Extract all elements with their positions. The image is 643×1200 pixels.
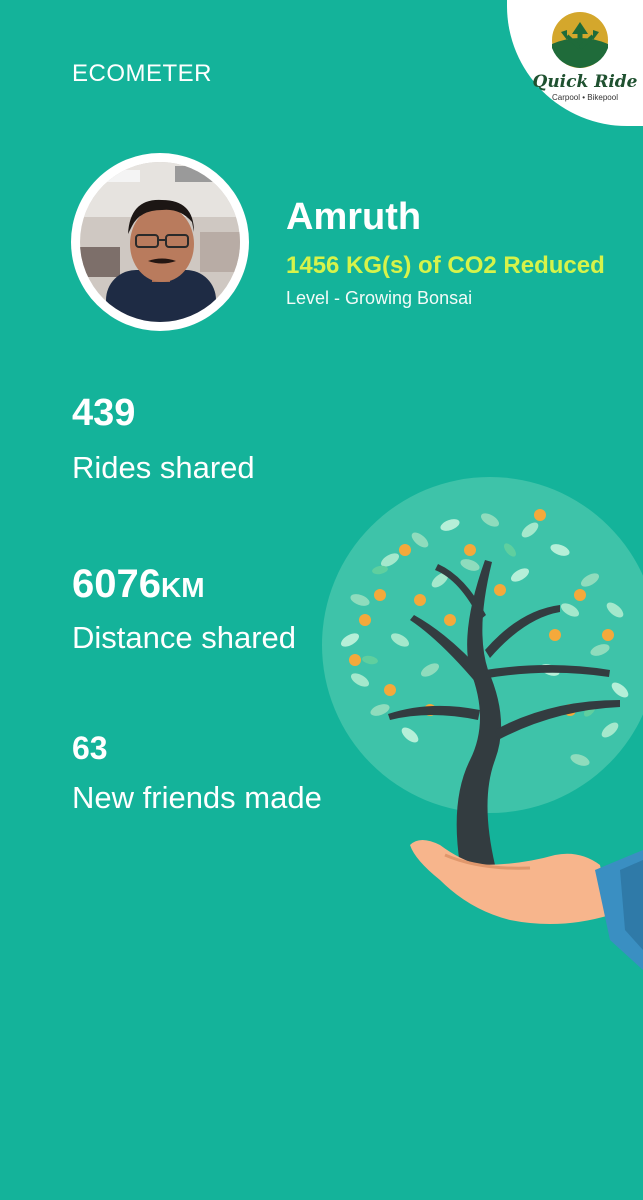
brand-tagline: Carpool • Bikepool: [552, 93, 618, 102]
distance-number: 6076: [72, 562, 161, 606]
tree-in-hand-illustration: [322, 477, 643, 970]
co2-reduced: 1456 KG(s) of CO2 Reduced: [286, 252, 605, 279]
brand-name: Quick Ride: [532, 72, 638, 92]
rides-label: Rides shared: [72, 450, 255, 485]
user-name: Amruth: [286, 196, 422, 238]
logo-icon: [552, 12, 608, 68]
distance-value: 6076KM: [72, 562, 205, 607]
page-title: ECOMETER: [72, 60, 213, 87]
profile-photo: [80, 162, 240, 322]
quick-ride-logo: Quick Ride Carpool • Bikepool: [507, 0, 643, 126]
friends-count: 63: [72, 730, 108, 766]
friends-label: New friends made: [72, 780, 322, 815]
hand: [410, 840, 643, 970]
rides-count: 439: [72, 392, 136, 434]
avatar[interactable]: [71, 153, 249, 331]
eco-level: Level - Growing Bonsai: [286, 288, 473, 308]
distance-label: Distance shared: [72, 620, 297, 655]
distance-unit: KM: [160, 572, 205, 603]
